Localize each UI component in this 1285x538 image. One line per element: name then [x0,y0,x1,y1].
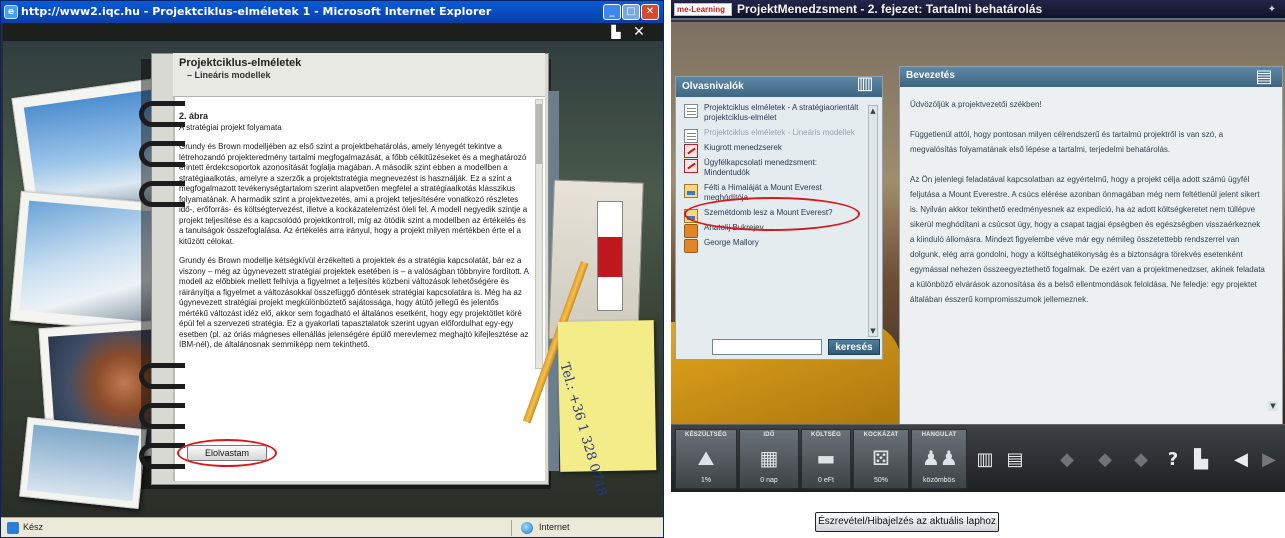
next-icon[interactable]: ▶ [1255,447,1283,473]
print-icon[interactable]: ▙ [609,25,623,39]
search-button[interactable]: keresés [828,339,880,355]
time-stat: IDŐ ▦ 0 nap [739,429,799,489]
previous-icon[interactable]: ◀ [1227,447,1255,473]
calendar-icon: ▦ [759,446,779,470]
list-item[interactable]: Ügyfélkapcsolati menedzsment: Mindentudó… [684,158,862,178]
intro-text: Üdvözöljük a projektvezetői székben! Füg… [910,97,1266,427]
reading-panel: Olvasnivalók ▥ Projektciklus elméletek -… [675,73,883,360]
content-paragraph-2: Grundy és Brown modellje kétségkívül érz… [179,256,529,349]
mountain-icon: ⛰ [697,446,715,470]
status-toolbar: KÉSZÜLTSÉG ⛰ 1% IDŐ ▦ 0 nap KÖLTSÉG ▬ 0 … [671,424,1285,492]
print-icon[interactable]: ▙ [1187,447,1215,473]
book-title: Projektciklus-elméletek [179,57,302,69]
mood-stat: HANGULAT ♟♟ közömbös [911,429,967,489]
figure-caption: A stratégiai projekt folyamata [179,122,282,132]
app-title-bar: me-Learning ProjektMenedzsment - 2. feje… [671,0,1285,20]
cost-stat: KÖLTSÉG ▬ 0 eFt [801,429,851,489]
picture-icon [684,184,698,198]
list-item[interactable]: Kiugrott menedzserek [684,143,862,158]
photo-mountain-3 [19,416,147,510]
intro-paragraph: Az Ön jelenlegi feladatával kapcsolatban… [910,175,1265,304]
arrows-icon[interactable]: ◆ [1091,447,1119,473]
status-divider [511,520,512,536]
highlight-circle [177,439,277,467]
article-icon [684,144,698,158]
document-icon [684,104,698,118]
scroll-down-icon[interactable]: ▼ [869,326,877,336]
arrows-icon[interactable]: ◆ [1127,447,1155,473]
globe-icon [521,522,533,534]
book-subtitle: – Lineáris modellek [187,70,271,80]
intro-panel: Bevezetés ▤ Üdvözöljük a projektvezetői … [899,66,1283,434]
elearning-app: me-Learning ProjektMenedzsment - 2. feje… [671,0,1285,492]
people-icon: ♟♟ [922,446,958,470]
page-status-icon [7,522,19,534]
highlight-circle [684,197,860,231]
book-icon: ▥ [856,73,874,94]
ie-window-title: http://www2.iqc.hu - Projektciklus-elmél… [21,5,492,18]
content-paragraph-1: Grundy és Brown modelljében az első szin… [179,142,528,246]
intro-paragraph: Üdvözöljük a projektvezetői székben! [910,100,1042,109]
book-scrollbar[interactable] [535,99,543,369]
risk-stat: KOCKÁZAT ⚄ 50% [853,429,909,489]
me-learning-logo: me-Learning [674,3,732,16]
intro-paragraph: Függetlenül attól, hogy pontosan milyen … [910,130,1224,154]
progress-stat: KÉSZÜLTSÉG ⛰ 1% [675,429,737,489]
viewer-top-bar: ▙ ✕ [3,23,663,41]
scroll-up-icon[interactable]: ▲ [869,106,877,116]
status-text: Kész [23,522,44,532]
notebook-icon[interactable]: ▤ [1001,447,1029,473]
reading-scrollbar[interactable]: ▲ ▼ [868,105,878,337]
dice-icon: ⚄ [872,446,890,470]
minimize-button[interactable]: _ [603,4,621,20]
corner-icon[interactable]: ✦ [1265,3,1279,17]
coins-icon: ▬ [816,446,836,470]
person-icon [684,224,698,238]
close-window-button[interactable]: ✕ [641,4,659,20]
arrows-icon[interactable]: ◆ [1053,447,1081,473]
article-icon [684,159,698,173]
intro-panel-header: Bevezetés [900,67,1282,87]
person-icon [684,239,698,253]
document-icon [684,129,698,143]
ie-window: e http://www2.iqc.hu - Projektciklus-elm… [0,0,664,538]
ie-logo-icon: e [4,5,18,19]
book-icon[interactable]: ▥ [971,447,999,473]
search-input[interactable] [712,339,822,355]
ie-status-bar: Kész Internet [1,517,663,537]
list-item[interactable]: Projektciklus elméletek - A stratégiaori… [684,103,862,123]
office-scene: Olvasnivalók ▥ Projektciklus elméletek -… [671,22,1285,444]
list-item[interactable]: Projektciklus elméletek - Lineáris model… [684,128,862,143]
help-icon[interactable]: ? [1159,447,1187,473]
list-item[interactable]: George Mallory [684,238,862,253]
app-title: ProjektMenedzsment - 2. fejezet: Tartalm… [737,2,1043,16]
security-zone-text: Internet [539,522,570,532]
book-content: 2. ábra A stratégiai projekt folyamata G… [179,111,529,441]
scroll-down-icon[interactable]: ▼ [1268,401,1278,411]
document-icon: ▤ [1255,66,1273,87]
maximize-button[interactable]: □ [622,4,640,20]
scrollbar-thumb[interactable] [536,104,542,164]
figure-number: 2. ábra [179,111,209,121]
consulting-logo [597,201,623,311]
feedback-button[interactable]: Észrevétel/Hibajelzés az aktuális laphoz [815,512,999,532]
close-icon[interactable]: ✕ [631,24,647,40]
ie-title-bar: e http://www2.iqc.hu - Projektciklus-elm… [1,1,663,23]
